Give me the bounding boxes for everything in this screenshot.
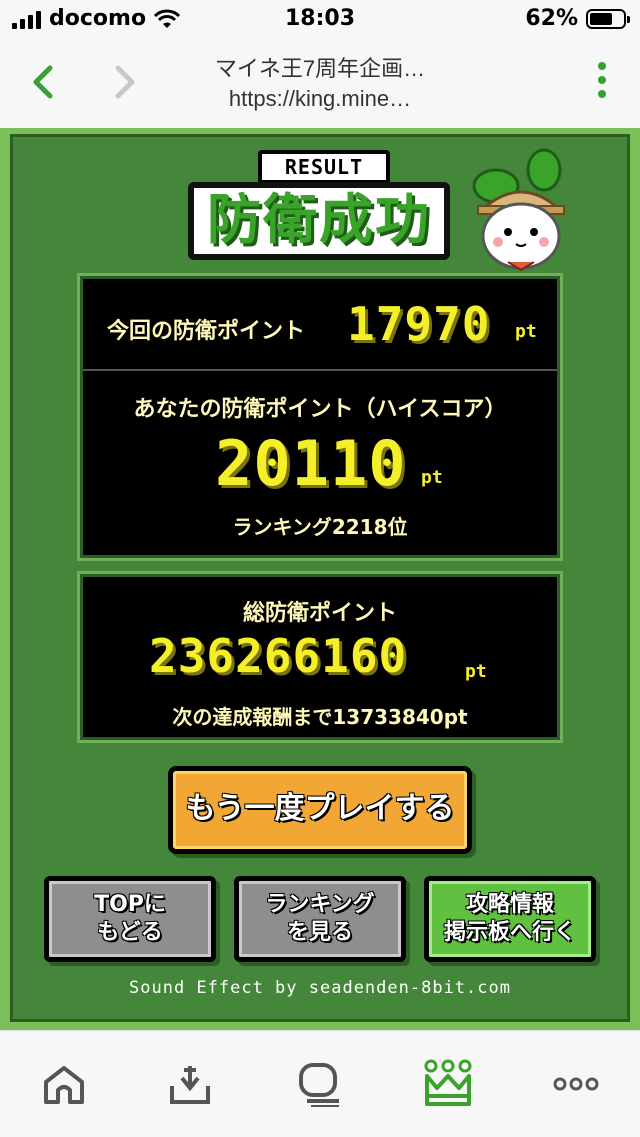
back-arrow-icon[interactable]	[24, 62, 64, 102]
forward-arrow-icon[interactable]	[104, 62, 144, 102]
battery-icon	[586, 8, 630, 29]
board-button[interactable]: 攻略情報 掲示板へ行く	[424, 876, 596, 962]
high-score-value: 20110	[215, 427, 407, 500]
total-unit: pt	[465, 661, 487, 682]
kebab-menu-icon[interactable]	[596, 62, 608, 106]
this-time-score: 17970	[347, 297, 491, 351]
high-score-label: あなたの防衛ポイント（ハイスコア）	[133, 397, 507, 422]
page-title-url[interactable]: マイネ王7周年企画… https://king.mine…	[150, 54, 490, 114]
ranking-button[interactable]: ランキング を見る	[234, 876, 406, 962]
play-again-button[interactable]: もう一度プレイする	[168, 766, 472, 854]
total-panel: 総防衛ポイント 236266160 pt 次の達成報酬まで13733840pt	[77, 571, 563, 743]
browser-nav-bar: マイネ王7周年企画… https://king.mine…	[0, 40, 640, 129]
top-button[interactable]: TOPに もどる	[44, 876, 216, 962]
battery-percent: 62%	[525, 6, 578, 31]
bottom-toolbar	[0, 1030, 640, 1137]
page-url: https://king.mine…	[228, 86, 412, 111]
battery-group: 62%	[525, 6, 630, 31]
share-icon[interactable]	[160, 1059, 220, 1109]
home-icon[interactable]	[34, 1059, 94, 1109]
score-panel: 今回の防衛ポイント 17970 pt あなたの防衛ポイント（ハイスコア） 201…	[77, 273, 563, 561]
mascot-icon	[472, 148, 565, 272]
total-value: 236266160	[149, 629, 408, 683]
result-headline: 防衛成功	[188, 182, 450, 260]
this-time-label: 今回の防衛ポイント	[107, 319, 306, 344]
next-reward-text: 次の達成報酬まで13733840pt	[172, 705, 468, 729]
status-bar: docomo 18:03 62%	[0, 0, 640, 40]
this-time-unit: pt	[515, 321, 537, 342]
high-score-unit: pt	[421, 467, 443, 488]
sound-credit[interactable]: Sound Effect by seadenden-8bit.com	[0, 978, 640, 998]
crown-icon[interactable]	[418, 1059, 478, 1109]
total-label: 総防衛ポイント	[242, 601, 397, 626]
result-label: RESULT	[258, 150, 390, 184]
tabs-icon[interactable]	[290, 1059, 350, 1109]
panel-divider	[83, 369, 557, 371]
ranking-text: ランキング2218位	[232, 515, 408, 539]
page-title: マイネ王7周年企画…	[214, 56, 426, 81]
more-icon[interactable]	[546, 1059, 606, 1109]
